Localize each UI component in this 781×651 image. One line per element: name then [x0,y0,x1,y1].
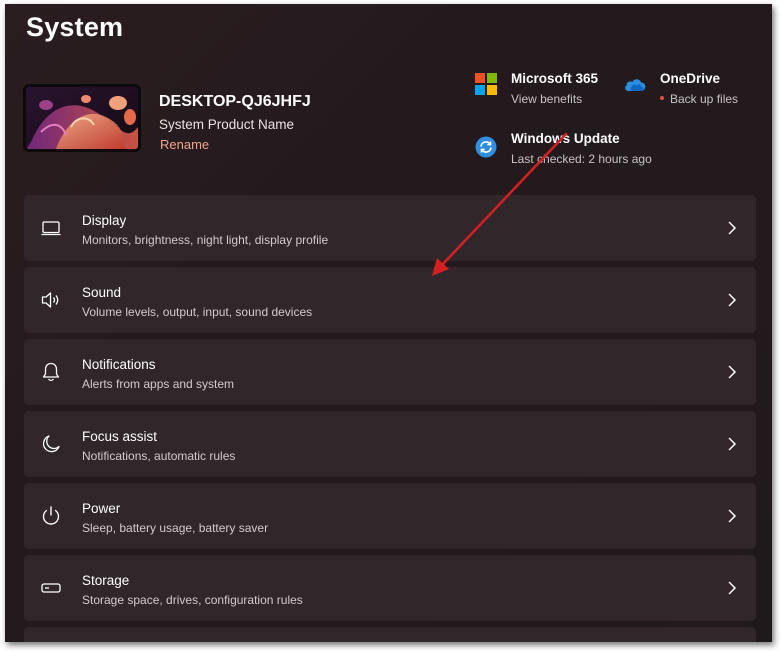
row-subtitle: Volume levels, output, input, sound devi… [82,305,313,319]
moon-icon [40,433,62,455]
wallpaper-preview-image [26,87,138,149]
onedrive-cloud-icon [624,75,646,97]
settings-row-sound[interactable]: Sound Volume levels, output, input, soun… [24,267,756,333]
tile-title: Windows Update [511,131,620,146]
row-title: Focus assist [82,429,158,444]
row-subtitle: Alerts from apps and system [82,377,235,391]
settings-row-display[interactable]: Display Monitors, brightness, night ligh… [24,195,756,261]
device-name: DESKTOP-QJ6JHFJ [159,93,311,110]
system-settings-list: Display Monitors, brightness, night ligh… [24,195,756,642]
settings-row-focus-assist[interactable]: Focus assist Notifications, automatic ru… [24,411,756,477]
settings-row-power[interactable]: Power Sleep, battery usage, battery save… [24,483,756,549]
onedrive-tile[interactable]: OneDrive Back up files [624,71,764,111]
chevron-right-icon [726,220,738,236]
row-subtitle: Storage space, drives, configuration rul… [82,593,303,607]
rename-link[interactable]: Rename [160,137,209,152]
bell-icon [40,361,62,383]
microsoft-365-tile[interactable]: Microsoft 365 View benefits [475,71,605,111]
row-subtitle: Notifications, automatic rules [82,449,236,463]
row-title: Display [82,213,127,228]
page-title: System [26,12,124,42]
row-subtitle: Monitors, brightness, night light, displ… [82,233,329,247]
chevron-right-icon [726,292,738,308]
tile-subtitle: View benefits [511,92,583,106]
power-icon [40,505,62,527]
row-title: Sound [82,285,122,300]
row-title: Power [82,501,121,516]
device-wallpaper-thumbnail [23,84,141,152]
settings-row-storage[interactable]: Storage Storage space, drives, configura… [24,555,756,621]
windows-update-tile[interactable]: Windows Update Last checked: 2 hours ago [475,131,665,171]
chevron-right-icon [726,364,738,380]
settings-row-partial[interactable] [24,627,756,642]
tile-title: OneDrive [660,71,721,86]
chevron-right-icon [726,436,738,452]
tile-subtitle: Last checked: 2 hours ago [511,152,652,166]
chevron-right-icon [726,508,738,524]
chevron-right-icon [726,580,738,596]
row-title: Notifications [82,357,156,372]
microsoft-logo-icon [475,73,497,95]
tile-title: Microsoft 365 [511,71,599,86]
settings-window: System DESKTOP-QJ6JHFJ System Product Na… [5,4,772,642]
storage-drive-icon [40,577,62,599]
windows-update-icon [475,136,497,158]
row-title: Storage [82,573,130,588]
warning-status-dot-icon [660,95,664,100]
display-icon [40,217,62,239]
tile-subtitle-text: Back up files [670,92,739,106]
device-model: System Product Name [159,117,295,132]
speaker-icon [40,289,62,311]
settings-row-notifications[interactable]: Notifications Alerts from apps and syste… [24,339,756,405]
row-subtitle: Sleep, battery usage, battery saver [82,521,269,535]
tile-subtitle: Back up files [660,92,738,106]
